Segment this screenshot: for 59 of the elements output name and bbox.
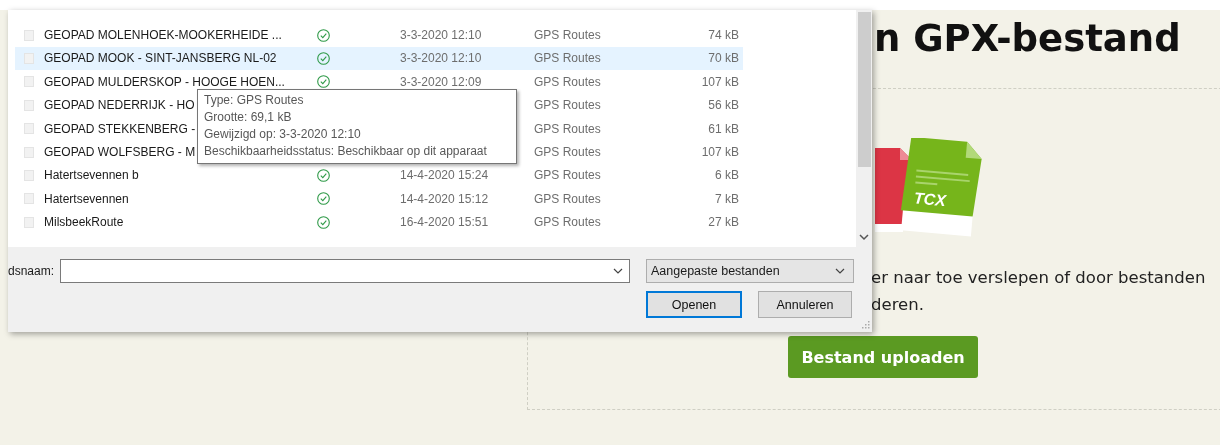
file-type-text: GPS Routes <box>534 215 602 230</box>
scrollbar[interactable] <box>856 10 872 247</box>
file-size-text: 74 kB <box>707 28 739 43</box>
file-type-dropdown[interactable]: Aangepaste bestanden <box>646 259 854 283</box>
selected-row[interactable]: GEOPAD MOOK - SINT-JANSBERG NL-02 3-3-2020 12:10 GPS Routes 70 kB <box>15 46 743 71</box>
file-size-text: 6 kB <box>714 168 739 183</box>
file-icon <box>24 123 34 135</box>
resize-grip-icon[interactable] <box>861 320 870 329</box>
scrollbar-thumb[interactable] <box>857 12 871 167</box>
file-name[interactable]: GEOPAD MOLENHOEK-MOOKERHEIDE ... <box>44 28 317 43</box>
file-name-label: dsnaam: <box>8 264 56 278</box>
date-text: 14-4-2020 15:24 <box>400 168 489 183</box>
date-text: 3-3-2020 12:10 <box>400 51 482 66</box>
file-size-text: 27 kB <box>707 215 739 230</box>
file-type-text: GPS Routes <box>534 168 602 183</box>
chevron-down-icon[interactable] <box>613 267 623 275</box>
tooltip-text: Gewijzigd op: 3-3-2020 12:10 <box>204 126 362 143</box>
open-button[interactable]: Openen <box>646 291 742 318</box>
chevron-down-icon[interactable] <box>835 267 845 275</box>
date-text: 3-3-2020 12:09 <box>400 74 482 89</box>
file-type-text: GPS Routes <box>534 51 602 66</box>
file-size-text: 61 kB <box>707 121 739 136</box>
file-icon <box>24 216 34 228</box>
file-icon <box>24 52 34 64</box>
file-size-text: 70 kB <box>707 51 739 66</box>
date-text: 14-4-2020 15:12 <box>400 191 489 206</box>
file-icon <box>24 76 34 88</box>
file-type-text: GPS Routes <box>534 121 602 136</box>
description-text: er naar toe verslepen of door bestanden <box>871 267 1207 289</box>
file-type-text: GPS Routes <box>534 98 602 113</box>
file-name[interactable]: Hatertsevennen b <box>44 168 317 183</box>
file-name[interactable]: GEOPAD MOOK - SINT-JANSBERG NL-02 <box>44 51 317 66</box>
tooltip-text: Grootte: 69,1 kB <box>204 109 293 126</box>
file-name[interactable]: GEOPAD MULDERSKOP - HOOGE HOEN... <box>44 74 317 89</box>
file-icon <box>24 146 34 158</box>
date-text: 3-3-2020 12:10 <box>400 28 482 43</box>
file-name[interactable]: MilsbeekRoute <box>44 215 317 230</box>
tooltip-text: Type: GPS Routes <box>204 92 305 109</box>
file-name-field[interactable] <box>60 259 630 283</box>
tooltip-text: Beschikbaarheidsstatus: Beschikbaar op dit apparaat <box>204 143 488 160</box>
file-icon <box>24 193 34 205</box>
file-type-text: GPS Routes <box>534 28 602 43</box>
file-size-text: 107 kB <box>700 145 739 160</box>
date-text: 16-4-2020 15:51 <box>400 215 489 230</box>
file-size-text: 7 kB <box>714 191 739 206</box>
file-type-text: GPS Routes <box>534 74 602 89</box>
description-text: deren. <box>871 294 925 316</box>
file-icon <box>24 169 34 181</box>
file-size-text: 107 kB <box>700 74 739 89</box>
file-icon <box>24 99 34 111</box>
file-size-text: 56 kB <box>707 98 739 113</box>
file-name[interactable]: Hatertsevennen <box>44 191 317 206</box>
chevron-down-icon[interactable] <box>859 234 869 241</box>
file-type-label: TCX <box>913 189 947 210</box>
file-type-text: GPS Routes <box>534 145 602 160</box>
page-heading: n GPX-bestand <box>874 16 1182 62</box>
file-icon <box>24 29 34 41</box>
cancel-button[interactable]: Annuleren <box>758 291 852 318</box>
file-type-text: GPS Routes <box>534 191 602 206</box>
